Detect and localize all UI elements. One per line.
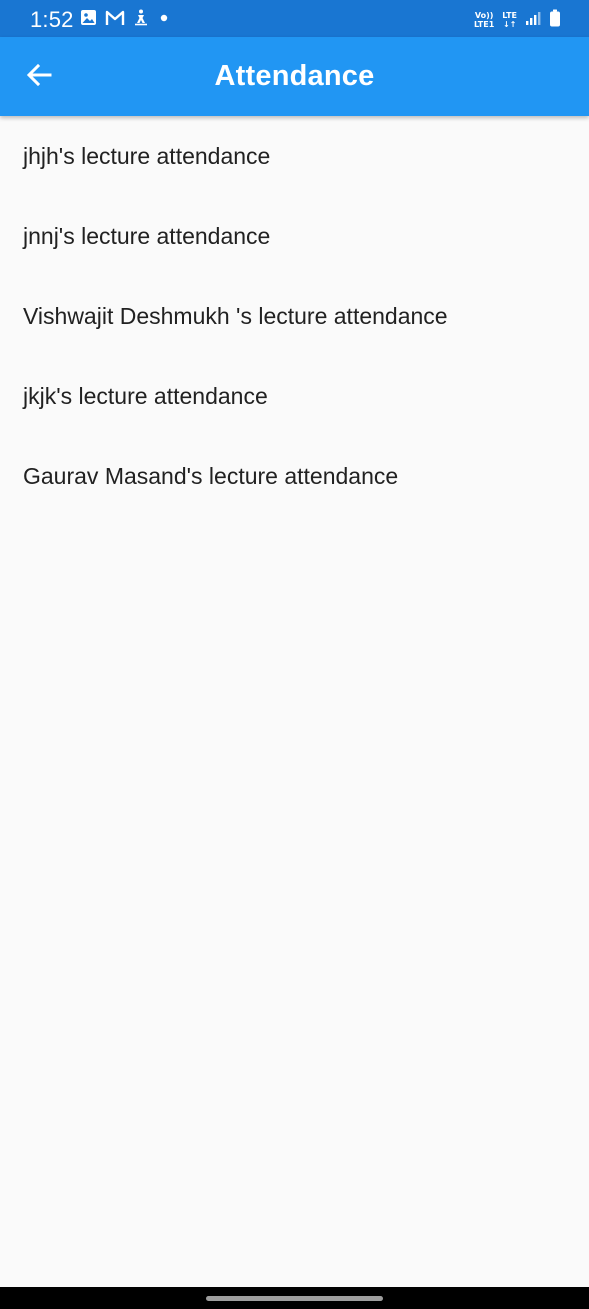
status-right-icons: Vo)) LTE1 LTE ↓↑	[474, 9, 561, 31]
status-time: 1:52	[30, 7, 74, 32]
volte-indicator: Vo)) LTE1	[474, 11, 494, 29]
list-item[interactable]: jnnj's lecture attendance	[0, 196, 589, 276]
list-item-label: jnnj's lecture attendance	[23, 223, 271, 249]
home-indicator[interactable]	[206, 1296, 383, 1301]
lte-arrows-label: ↓↑	[502, 20, 517, 29]
list-item-label: jkjk's lecture attendance	[23, 383, 268, 409]
volte-bottom-label: LTE1	[474, 20, 495, 29]
gmail-icon	[105, 10, 125, 31]
battery-icon	[549, 9, 561, 32]
image-icon	[80, 9, 97, 31]
volte-top-label: Vo))	[474, 11, 494, 20]
list-item-label: Gaurav Masand's lecture attendance	[23, 463, 399, 489]
list-item-label: jhjh's lecture attendance	[23, 143, 271, 169]
lte-top-label: LTE	[502, 11, 517, 20]
status-left-icons	[80, 9, 171, 31]
attendance-list: jhjh's lecture attendance jnnj's lecture…	[0, 116, 589, 516]
lte-indicator: LTE ↓↑	[502, 11, 517, 29]
dot-icon	[157, 11, 171, 30]
signal-icon	[525, 10, 541, 31]
page-title: Attendance	[214, 60, 375, 92]
list-item[interactable]: Gaurav Masand's lecture attendance	[0, 436, 589, 516]
list-item-label: Vishwajit Deshmukh 's lecture attendance	[23, 303, 448, 329]
app-bar: Attendance	[0, 37, 589, 116]
system-nav-bar	[0, 1287, 589, 1309]
accessibility-icon	[133, 9, 149, 31]
status-bar: 1:52 Vo)) LTE1 LTE ↓↑	[0, 0, 589, 37]
list-item[interactable]: jhjh's lecture attendance	[0, 116, 589, 196]
list-item[interactable]: jkjk's lecture attendance	[0, 356, 589, 436]
list-item[interactable]: Vishwajit Deshmukh 's lecture attendance	[0, 276, 589, 356]
